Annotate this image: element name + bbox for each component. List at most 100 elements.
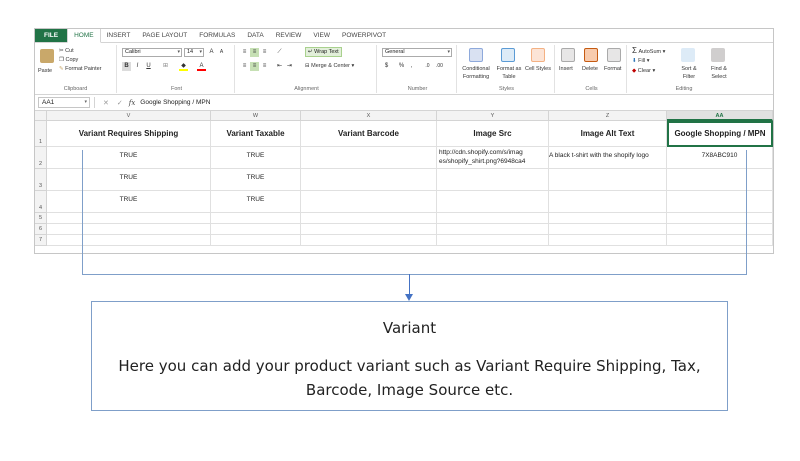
- autosum-button[interactable]: Σ AutoSum ▾: [632, 47, 665, 56]
- fill-color-icon[interactable]: ◆: [179, 62, 188, 71]
- conditional-formatting-icon[interactable]: [469, 48, 483, 62]
- data-cell[interactable]: 7X8ABC910: [667, 147, 773, 169]
- data-cell[interactable]: A black t-shirt with the shopify logo: [549, 147, 667, 169]
- align-middle-icon[interactable]: ≡: [250, 48, 259, 57]
- data-cell[interactable]: [437, 191, 549, 213]
- data-cell[interactable]: [301, 147, 437, 169]
- row-header-1[interactable]: 1: [35, 121, 47, 147]
- column-header-aa[interactable]: AA: [667, 111, 773, 121]
- format-button[interactable]: Format: [604, 65, 621, 73]
- align-right-icon[interactable]: ≡: [260, 62, 269, 71]
- tab-page-layout[interactable]: PAGE LAYOUT: [136, 29, 193, 42]
- select-all-corner[interactable]: [35, 111, 47, 121]
- data-cell[interactable]: [437, 169, 549, 191]
- row-header-2[interactable]: 2: [35, 147, 47, 169]
- italic-button[interactable]: I: [133, 62, 142, 71]
- empty-cell[interactable]: [549, 224, 667, 235]
- empty-cell[interactable]: [301, 213, 437, 224]
- data-cell[interactable]: [549, 169, 667, 191]
- data-cell[interactable]: TRUE: [47, 169, 211, 191]
- row-header-7[interactable]: 7: [35, 235, 47, 246]
- decrease-indent-icon[interactable]: ⇤: [275, 62, 284, 71]
- empty-cell[interactable]: [437, 213, 549, 224]
- format-as-table-button[interactable]: Format as Table: [493, 65, 525, 81]
- insert-cells-icon[interactable]: [561, 48, 575, 62]
- currency-button[interactable]: $: [382, 62, 391, 71]
- header-cell[interactable]: Image Alt Text: [549, 121, 667, 147]
- tab-review[interactable]: REVIEW: [270, 29, 308, 42]
- conditional-formatting-button[interactable]: Conditional Formatting: [459, 65, 493, 81]
- data-cell[interactable]: [667, 191, 773, 213]
- empty-cell[interactable]: [667, 224, 773, 235]
- format-cells-icon[interactable]: [607, 48, 621, 62]
- column-header-z[interactable]: Z: [549, 111, 667, 121]
- underline-button[interactable]: U: [144, 62, 153, 71]
- delete-cells-icon[interactable]: [584, 48, 598, 62]
- copy-button[interactable]: ❐ Copy: [59, 56, 78, 64]
- align-bottom-icon[interactable]: ≡: [260, 48, 269, 57]
- tab-file[interactable]: FILE: [35, 29, 68, 42]
- percent-button[interactable]: %: [397, 62, 406, 71]
- header-cell[interactable]: Variant Taxable: [211, 121, 301, 147]
- fill-button[interactable]: ⬇ Fill ▾: [632, 57, 649, 65]
- empty-cell[interactable]: [301, 235, 437, 246]
- formula-input[interactable]: Google Shopping / MPN: [140, 99, 210, 106]
- format-painter-button[interactable]: ✎ Format Painter: [59, 65, 102, 73]
- paste-button[interactable]: Paste: [38, 67, 52, 75]
- data-cell[interactable]: http://cdn.shopify.com/s/imag es/shopify_…: [437, 147, 549, 169]
- data-cell[interactable]: TRUE: [211, 147, 301, 169]
- data-cell[interactable]: TRUE: [211, 191, 301, 213]
- clear-button[interactable]: ◆ Clear ▾: [632, 67, 655, 75]
- enter-icon[interactable]: ✓: [117, 99, 123, 107]
- paste-icon[interactable]: [40, 49, 54, 63]
- empty-cell[interactable]: [211, 235, 301, 246]
- data-cell[interactable]: TRUE: [211, 169, 301, 191]
- grow-font-button[interactable]: A: [207, 48, 216, 57]
- empty-cell[interactable]: [667, 213, 773, 224]
- empty-cell[interactable]: [549, 213, 667, 224]
- data-cell[interactable]: [667, 169, 773, 191]
- tab-insert[interactable]: INSERT: [101, 29, 137, 42]
- font-color-icon[interactable]: A: [197, 62, 206, 71]
- row-header-5[interactable]: 5: [35, 213, 47, 224]
- column-header-x[interactable]: X: [301, 111, 437, 121]
- empty-cell[interactable]: [667, 235, 773, 246]
- increase-indent-icon[interactable]: ⇥: [285, 62, 294, 71]
- column-header-w[interactable]: W: [211, 111, 301, 121]
- empty-cell[interactable]: [301, 224, 437, 235]
- tab-powerpivot[interactable]: POWERPIVOT: [336, 29, 392, 42]
- align-top-icon[interactable]: ≡: [240, 48, 249, 57]
- data-cell[interactable]: TRUE: [47, 147, 211, 169]
- orientation-icon[interactable]: ⟋: [275, 48, 284, 57]
- format-as-table-icon[interactable]: [501, 48, 515, 62]
- font-name-select[interactable]: Calibri ▾: [122, 48, 182, 57]
- insert-button[interactable]: Insert: [559, 65, 573, 73]
- empty-cell[interactable]: [47, 235, 211, 246]
- sort-filter-button[interactable]: Sort & Filter: [675, 65, 703, 81]
- font-size-select[interactable]: 14 ▾: [184, 48, 204, 57]
- align-left-icon[interactable]: ≡: [240, 62, 249, 71]
- header-cell[interactable]: Variant Requires Shipping: [47, 121, 211, 147]
- cancel-icon[interactable]: ✕: [103, 99, 109, 107]
- empty-cell[interactable]: [437, 235, 549, 246]
- data-cell[interactable]: [301, 169, 437, 191]
- header-cell[interactable]: Image Src: [437, 121, 549, 147]
- merge-center-button[interactable]: ⊟ Merge & Center ▾: [305, 62, 354, 70]
- insert-function-button[interactable]: fx: [129, 99, 136, 107]
- tab-home[interactable]: HOME: [67, 29, 101, 43]
- column-header-y[interactable]: Y: [437, 111, 549, 121]
- find-select-button[interactable]: Find & Select: [705, 65, 733, 81]
- row-header-6[interactable]: 6: [35, 224, 47, 235]
- increase-decimal-icon[interactable]: .0: [423, 62, 432, 71]
- empty-cell[interactable]: [211, 213, 301, 224]
- cut-button[interactable]: ✂ Cut: [59, 47, 74, 55]
- decrease-decimal-icon[interactable]: .00: [435, 62, 444, 71]
- cell-styles-icon[interactable]: [531, 48, 545, 62]
- align-center-icon[interactable]: ≡: [250, 62, 259, 71]
- wrap-text-button[interactable]: ↵ Wrap Text: [305, 47, 342, 57]
- empty-cell[interactable]: [47, 224, 211, 235]
- empty-cell[interactable]: [549, 235, 667, 246]
- delete-button[interactable]: Delete: [582, 65, 598, 73]
- data-cell[interactable]: TRUE: [47, 191, 211, 213]
- tab-formulas[interactable]: FORMULAS: [193, 29, 241, 42]
